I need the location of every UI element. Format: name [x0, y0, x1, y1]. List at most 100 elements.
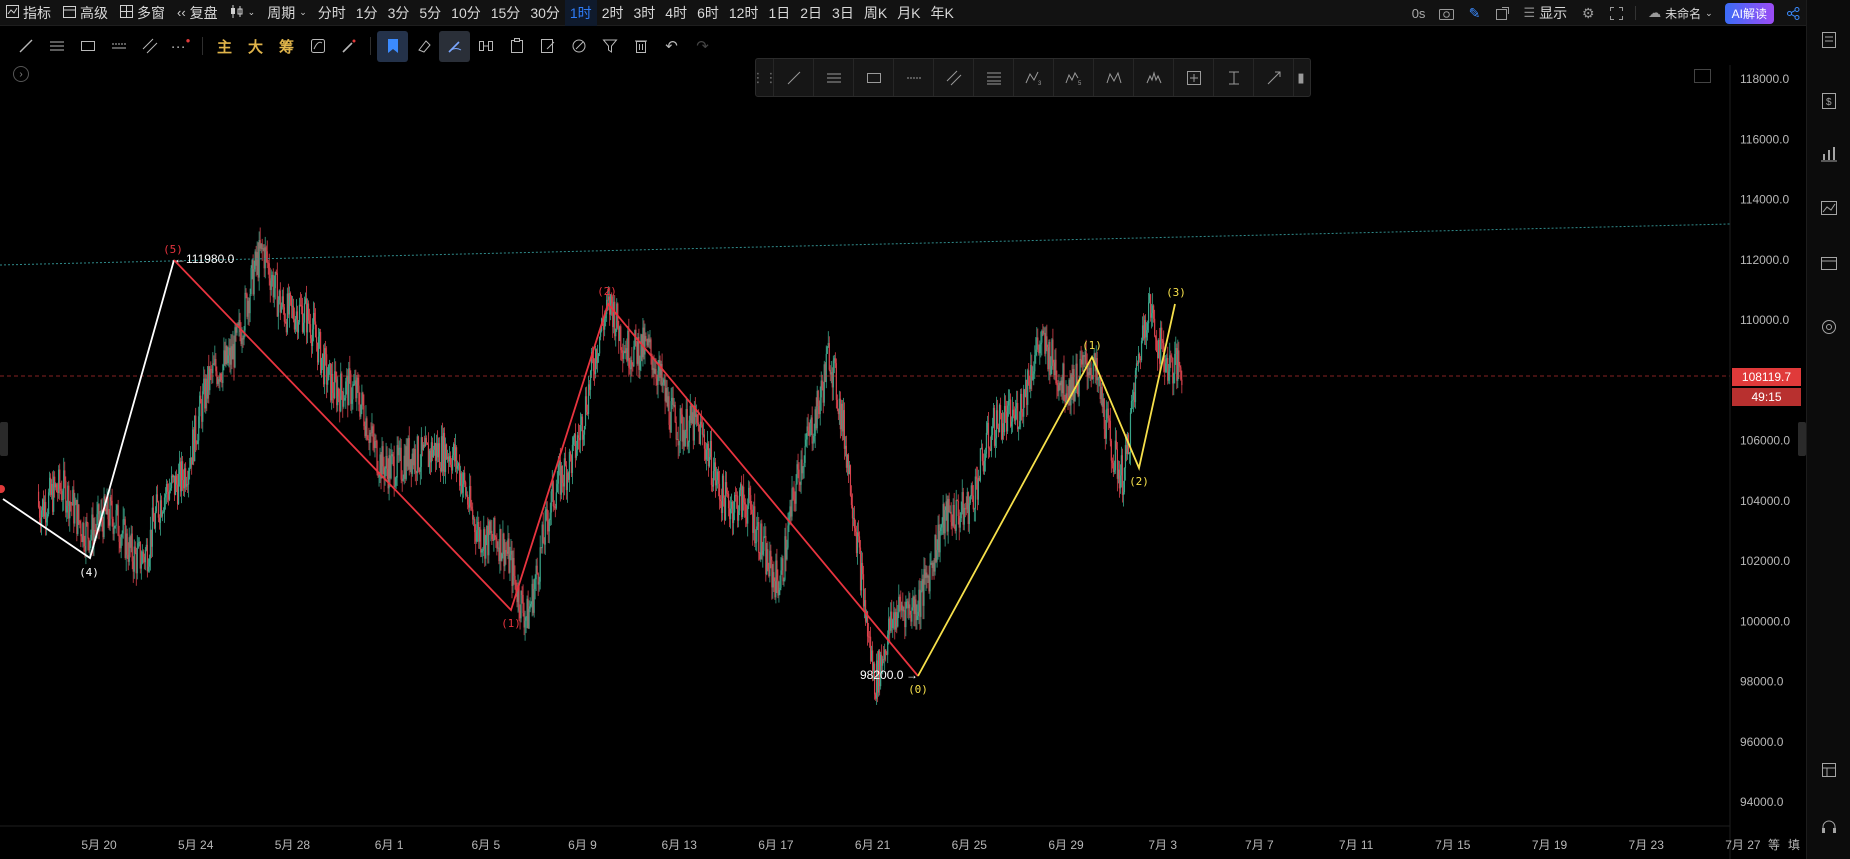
candle-body: [575, 450, 578, 458]
candle-body: [345, 381, 347, 398]
wave-label: (4): [79, 566, 99, 579]
candle-body: [546, 509, 548, 522]
pattern-toolbar: ⋮⋮ 3 5 ▮: [752, 58, 1311, 97]
arrow-tool-icon[interactable]: [1254, 59, 1294, 96]
candle-body: [1050, 365, 1052, 375]
candle-body: [400, 447, 402, 480]
candle-body: [802, 466, 804, 474]
candle-body: [812, 441, 814, 444]
candle-body: [521, 590, 523, 595]
candle-body: [156, 494, 159, 503]
candle-body: [828, 343, 830, 370]
calculator-icon[interactable]: [1817, 251, 1841, 275]
axis-corner-label: 等: [1768, 838, 1780, 852]
candle-body: [1165, 363, 1167, 372]
candle-body: [955, 500, 957, 531]
candle-body: [996, 410, 999, 429]
candle-body: [268, 263, 270, 279]
candle-body: [395, 477, 397, 486]
candle-body: [292, 305, 295, 320]
candle-body: [343, 400, 345, 407]
bar-chart-icon[interactable]: [1817, 142, 1841, 166]
collapse-panel-icon[interactable]: ›: [13, 66, 29, 82]
chart-fullscreen-icon[interactable]: [1694, 69, 1711, 83]
rect-tool-icon[interactable]: [854, 59, 894, 96]
wave3-tool-icon[interactable]: 3: [1014, 59, 1054, 96]
support-headset-icon[interactable]: [1817, 815, 1841, 839]
candle-body: [950, 511, 952, 523]
candle-body: [491, 530, 493, 540]
candle-body: [851, 505, 854, 519]
candle-body: [309, 324, 312, 339]
candle-body: [297, 322, 300, 333]
candle-body: [302, 322, 305, 332]
date-tick-label: 6月 9: [568, 838, 597, 852]
candle-body: [332, 373, 334, 394]
candle-body: [533, 589, 535, 613]
candle-body: [1156, 338, 1158, 352]
range-tool-icon[interactable]: [894, 59, 934, 96]
line-tool-icon[interactable]: [774, 59, 814, 96]
chart-area[interactable]: (4) (5) (1) (2) (0) (1) (2) (3) 111980.0 ← 98200.0…: [0, 65, 1806, 859]
candle-body: [598, 353, 600, 357]
candle-body: [495, 537, 497, 540]
candle-body: [686, 409, 688, 447]
candle-body: [455, 447, 458, 469]
low-arrow: →: [906, 668, 918, 682]
candle-body: [977, 477, 979, 500]
candle-body: [536, 565, 538, 574]
left-panel-handle[interactable]: [0, 422, 8, 456]
watchlist-icon[interactable]: [1817, 28, 1841, 52]
head-shoulders-tool-icon[interactable]: [1134, 59, 1174, 96]
candle-body: [1130, 400, 1133, 413]
xabcd-tool-icon[interactable]: [1094, 59, 1134, 96]
candle-body: [1046, 336, 1048, 348]
signal-icon[interactable]: [1817, 315, 1841, 339]
candlestick-chart[interactable]: (4)(5)(1)(2)(0)(1)(2)(3)111980.0←98200.0…: [0, 0, 1806, 859]
drag-handle-icon[interactable]: ⋮⋮: [752, 59, 778, 96]
candle-body: [140, 563, 142, 569]
candle-body: [300, 305, 303, 307]
candle-body: [110, 497, 112, 501]
candle-body: [585, 396, 588, 413]
date-tick-label: 7月 15: [1435, 838, 1471, 852]
right-panel-handle[interactable]: [1798, 422, 1806, 456]
candle-body: [1178, 350, 1180, 366]
candle-body: [835, 363, 837, 400]
orders-icon[interactable]: $: [1817, 89, 1841, 113]
candle-body: [449, 455, 452, 465]
candle-body: [1017, 402, 1019, 430]
candle-body: [572, 437, 575, 445]
candle-body: [514, 575, 516, 580]
candle-body: [1111, 460, 1113, 463]
candle-body: [78, 504, 80, 522]
candle-body: [700, 421, 702, 425]
wave5-tool-icon[interactable]: 5: [1054, 59, 1094, 96]
text-tool-icon[interactable]: [1214, 59, 1254, 96]
toolbar-collapse-icon[interactable]: ▮: [1294, 59, 1308, 96]
fib-tool-icon[interactable]: [974, 59, 1014, 96]
date-tick-label: 5月 28: [275, 838, 311, 852]
candle-body: [425, 437, 427, 444]
candle-body: [791, 488, 793, 517]
layout-panel-icon[interactable]: [1817, 758, 1841, 782]
hlines-tool-icon[interactable]: [814, 59, 854, 96]
right-sidebar: $: [1806, 0, 1850, 859]
candle-body: [1004, 405, 1007, 412]
candle-body: [341, 373, 343, 392]
candle-body: [762, 550, 764, 555]
price-tick-label: 100000.0: [1740, 614, 1790, 628]
candle-body: [589, 370, 592, 390]
candle-body: [1174, 353, 1176, 374]
candle-body: [994, 438, 997, 446]
depth-chart-icon[interactable]: [1817, 196, 1841, 220]
candle-body: [1146, 323, 1149, 331]
candle-body: [561, 465, 563, 484]
measure-tool-icon[interactable]: [1174, 59, 1214, 96]
candle-body: [195, 415, 197, 444]
candle-body: [335, 371, 337, 380]
channel-tool-icon[interactable]: [934, 59, 974, 96]
candle-body: [290, 296, 292, 307]
candle-body: [275, 271, 277, 274]
candle-body: [882, 659, 884, 666]
